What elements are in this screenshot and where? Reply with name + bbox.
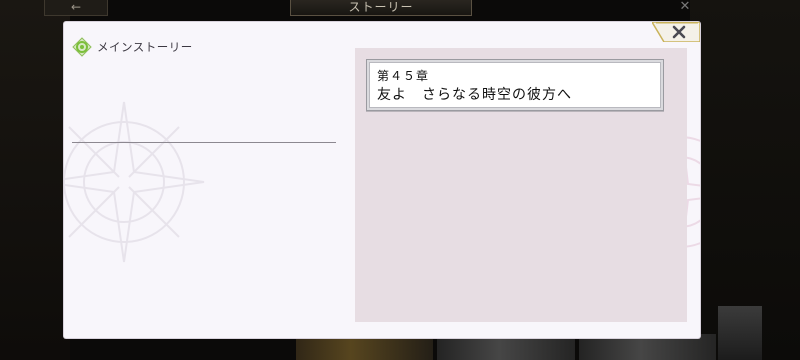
screen-title: ストーリー [290,0,472,16]
gem-target-icon [72,37,92,57]
top-close-button[interactable]: ✕ [670,0,700,16]
close-icon [652,22,700,42]
watermark-ornament-icon [64,101,205,263]
chapter-title: 友よ さらなる時空の彼方へ [377,87,572,103]
back-button[interactable]: ← [44,0,108,16]
chapter-number: 第４５章 [377,69,430,83]
story-modal: メインストーリー 第４５章 友よ さらなる時空の彼方へ [64,22,700,338]
background-art-left [0,0,70,360]
chapter-list-item[interactable]: 第４５章 友よ さらなる時空の彼方へ [366,59,664,111]
chapter-list-panel: 第４５章 友よ さらなる時空の彼方へ [355,48,687,322]
divider [72,142,336,143]
close-button[interactable] [652,22,700,42]
section-header: メインストーリー [72,37,193,57]
section-title: メインストーリー [97,40,193,54]
background-thumbnail-right [718,306,762,360]
